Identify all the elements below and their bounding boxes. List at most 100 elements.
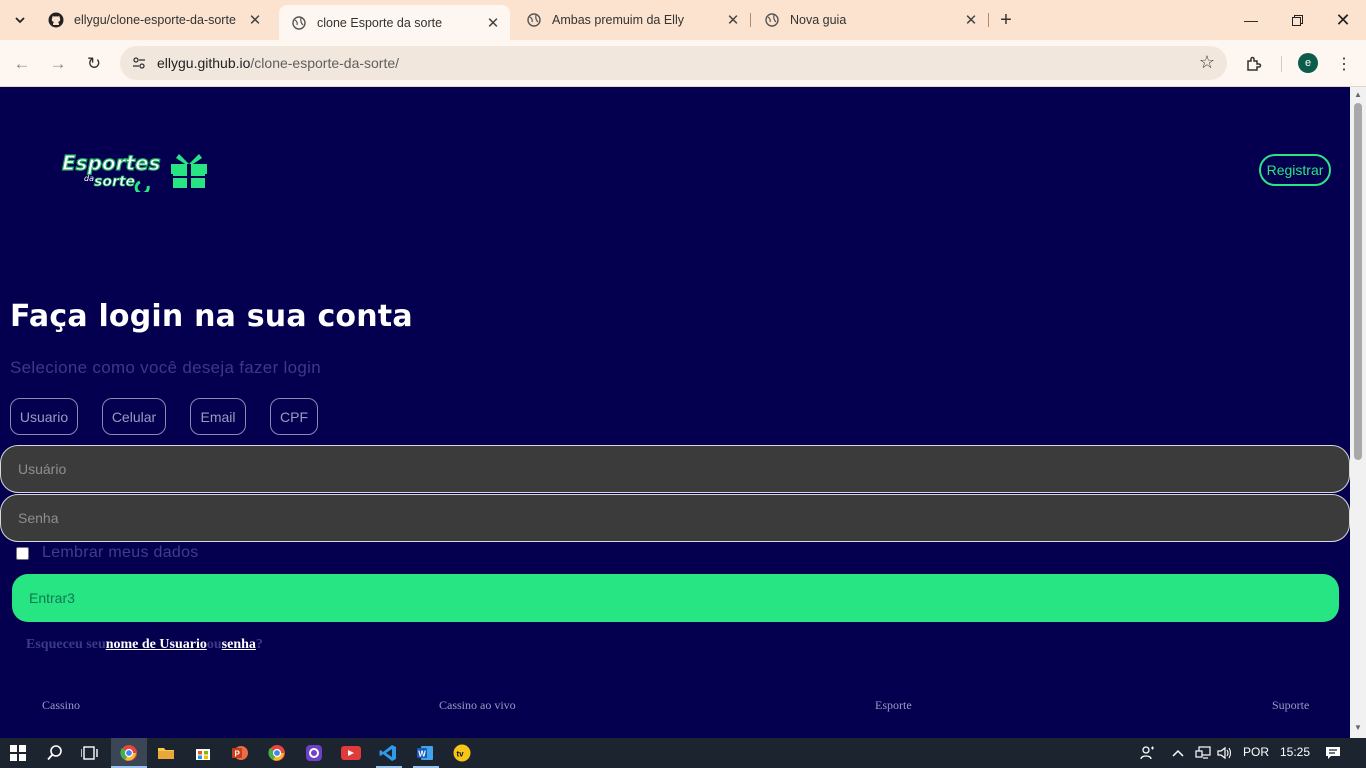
bookmark-star-icon[interactable]: ☆ (1199, 52, 1215, 73)
globe-icon (291, 15, 307, 31)
svg-text:da: da (84, 174, 94, 183)
gift-icon (171, 154, 207, 188)
tab-close-icon[interactable]: ✕ (246, 11, 264, 29)
tray-notifications[interactable] (1321, 741, 1345, 765)
login-method-email[interactable]: Email (190, 398, 246, 435)
url-host: ellygu.github.io (157, 55, 251, 71)
login-method-usuario[interactable]: Usuario (10, 398, 78, 435)
taskbar-search-button[interactable] (43, 741, 67, 765)
password-input[interactable] (0, 494, 1350, 542)
chevron-down-icon (15, 17, 25, 24)
site-settings-icon[interactable] (130, 54, 148, 72)
taskbar-recorder[interactable] (339, 741, 363, 765)
close-window-button[interactable]: ✕ (1320, 0, 1366, 40)
volume-icon (1217, 746, 1232, 760)
globe-icon (526, 12, 542, 28)
taskbar-tv-app[interactable]: tv (450, 741, 474, 765)
tab-close-icon[interactable]: ✕ (484, 14, 502, 32)
login-method-celular[interactable]: Celular (102, 398, 166, 435)
scroll-up-icon[interactable]: ▲ (1354, 90, 1362, 99)
taskbar-chrome-active[interactable] (117, 741, 141, 765)
tray-clock[interactable]: 15:25 (1280, 745, 1310, 759)
esportes-da-sorte-logo[interactable]: Esportes da sorte (60, 146, 210, 196)
reload-button[interactable]: ↻ (80, 50, 108, 78)
windows-taskbar: P W tv POR 15:25 (0, 738, 1366, 768)
tray-volume[interactable] (1213, 741, 1237, 765)
remember-checkbox[interactable] (16, 546, 29, 560)
tab-ambas-premuim[interactable]: Ambas premuim da Elly ✕ (514, 6, 750, 34)
taskbar-github-desktop[interactable] (302, 741, 326, 765)
arrow-right-icon: → (49, 54, 67, 73)
browser-menu-button[interactable]: ⋮ (1332, 52, 1356, 76)
address-bar[interactable]: ellygu.github.io/clone-esporte-da-sorte/… (120, 46, 1227, 80)
store-icon (196, 749, 210, 760)
github-desktop-icon (306, 745, 322, 761)
remember-me[interactable]: Lembrar meus dados (16, 544, 199, 562)
arrow-left-icon: ← (13, 54, 31, 73)
tray-network[interactable] (1191, 741, 1215, 765)
taskbar-people[interactable] (1136, 741, 1160, 765)
register-button[interactable]: Registrar (1259, 154, 1331, 186)
svg-text:Esportes: Esportes (62, 151, 161, 175)
footer-link-cassino[interactable]: Cassino (42, 698, 80, 713)
forgot-or: ou (206, 637, 222, 652)
page-content: Esportes da sorte Registrar Faça login n… (0, 87, 1350, 738)
search-icon (47, 745, 62, 761)
page-scrollbar[interactable]: ▲ ▼ (1350, 87, 1366, 738)
browser-toolbar: ← → ↻ ellygu.github.io/clone-esporte-da-… (0, 40, 1366, 87)
forgot-username-link[interactable]: nome de Usuario (106, 637, 207, 652)
login-method-cpf[interactable]: CPF (270, 398, 318, 435)
windows-logo-icon (10, 745, 26, 761)
tab-title: clone Esporte da sorte (317, 15, 443, 30)
footer-link-esporte[interactable]: Esporte (875, 698, 912, 713)
taskbar-chrome[interactable] (265, 741, 289, 765)
profile-avatar[interactable]: e (1298, 53, 1318, 73)
tab-close-icon[interactable]: ✕ (962, 11, 980, 29)
taskbar-vscode[interactable] (376, 741, 400, 765)
taskbar-word[interactable]: W (413, 741, 437, 765)
svg-text:P: P (235, 750, 241, 759)
tab-close-icon[interactable]: ✕ (724, 11, 742, 29)
tab-github-repo[interactable]: ellygu/clone-esporte-da-sorte ✕ (36, 6, 272, 34)
tray-show-hidden[interactable] (1166, 741, 1190, 765)
restore-icon (1291, 14, 1303, 26)
taskbar-powerpoint[interactable]: P (228, 741, 252, 765)
tab-nova-guia[interactable]: Nova guia ✕ (752, 6, 988, 34)
tab-title: ellygu/clone-esporte-da-sorte (74, 13, 236, 27)
folder-icon (158, 748, 174, 759)
tab-clone-esporte[interactable]: clone Esporte da sorte ✕ (279, 5, 510, 40)
remember-label: Lembrar meus dados (42, 544, 199, 561)
taskbar-file-explorer[interactable] (154, 741, 178, 765)
forward-button[interactable]: → (44, 50, 72, 78)
tray-language[interactable]: POR (1243, 745, 1269, 759)
task-view-button[interactable] (78, 741, 102, 765)
chrome-icon (268, 745, 285, 761)
people-icon (1140, 746, 1154, 760)
extensions-button[interactable] (1242, 52, 1266, 76)
new-tab-button[interactable]: + (994, 8, 1018, 32)
tv-icon: tv (453, 744, 471, 762)
taskbar-store[interactable] (191, 741, 215, 765)
toolbar-divider (1281, 56, 1282, 72)
windows-start-button[interactable] (6, 741, 30, 765)
forgot-password-link[interactable]: senha (222, 637, 256, 652)
back-button[interactable]: ← (8, 50, 36, 78)
notification-icon (1326, 747, 1340, 759)
close-icon: ✕ (1335, 9, 1351, 30)
screen-recorder-icon (341, 746, 361, 760)
svg-text:W: W (418, 750, 426, 759)
restore-button[interactable] (1274, 0, 1320, 40)
minimize-button[interactable]: — (1228, 0, 1274, 40)
forgot-credentials-text: Esqueceu seunome de Usuarioousenha? (26, 637, 263, 653)
chevron-up-icon (1172, 749, 1184, 757)
tab-title: Ambas premuim da Elly (552, 13, 684, 27)
globe-icon (764, 12, 780, 28)
scroll-down-icon[interactable]: ▼ (1354, 723, 1362, 732)
scrollbar-thumb[interactable] (1354, 103, 1362, 460)
footer-link-suporte[interactable]: Suporte (1272, 698, 1309, 713)
login-submit-button[interactable]: Entrar3 (12, 574, 1339, 622)
username-input[interactable] (0, 445, 1350, 493)
footer-link-cassino-ao-vivo[interactable]: Cassino ao vivo (439, 698, 516, 713)
tab-separator (988, 13, 989, 27)
tab-search-button[interactable] (8, 8, 32, 32)
